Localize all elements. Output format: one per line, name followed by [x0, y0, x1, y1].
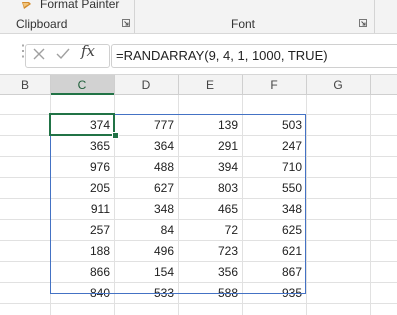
column-header-partial[interactable]: [370, 75, 397, 95]
ribbon-group-separator: [134, 0, 135, 33]
spill-range-border: [50, 114, 306, 294]
insert-function-button[interactable]: fx: [81, 42, 95, 60]
more-options-icon[interactable]: ⋮: [15, 41, 31, 61]
column-header-g[interactable]: G: [306, 75, 370, 95]
enter-check-icon[interactable]: [56, 48, 70, 60]
formula-text[interactable]: =RANDARRAY(9, 4, 1, 1000, TRUE): [116, 48, 328, 63]
clipboard-dialog-launcher-icon[interactable]: [122, 19, 130, 27]
column-header-b[interactable]: B: [0, 75, 50, 95]
font-group-label: Font: [231, 17, 256, 31]
fill-handle[interactable]: [112, 132, 119, 139]
format-painter-button[interactable]: Format Painter: [40, 0, 119, 11]
active-cell-outline: [49, 113, 115, 136]
column-header-d[interactable]: D: [114, 75, 178, 95]
column-header-c[interactable]: C: [50, 75, 114, 95]
font-dialog-launcher-icon[interactable]: [359, 19, 367, 27]
column-header-f[interactable]: F: [242, 75, 306, 95]
clipboard-group-label: Clipboard: [16, 17, 68, 31]
ribbon: Format Painter Clipboard Font: [0, 0, 397, 34]
format-painter-icon[interactable]: [21, 1, 32, 10]
cancel-icon[interactable]: [33, 48, 45, 60]
ribbon-group-separator: [374, 0, 375, 33]
column-header-e[interactable]: E: [178, 75, 242, 95]
